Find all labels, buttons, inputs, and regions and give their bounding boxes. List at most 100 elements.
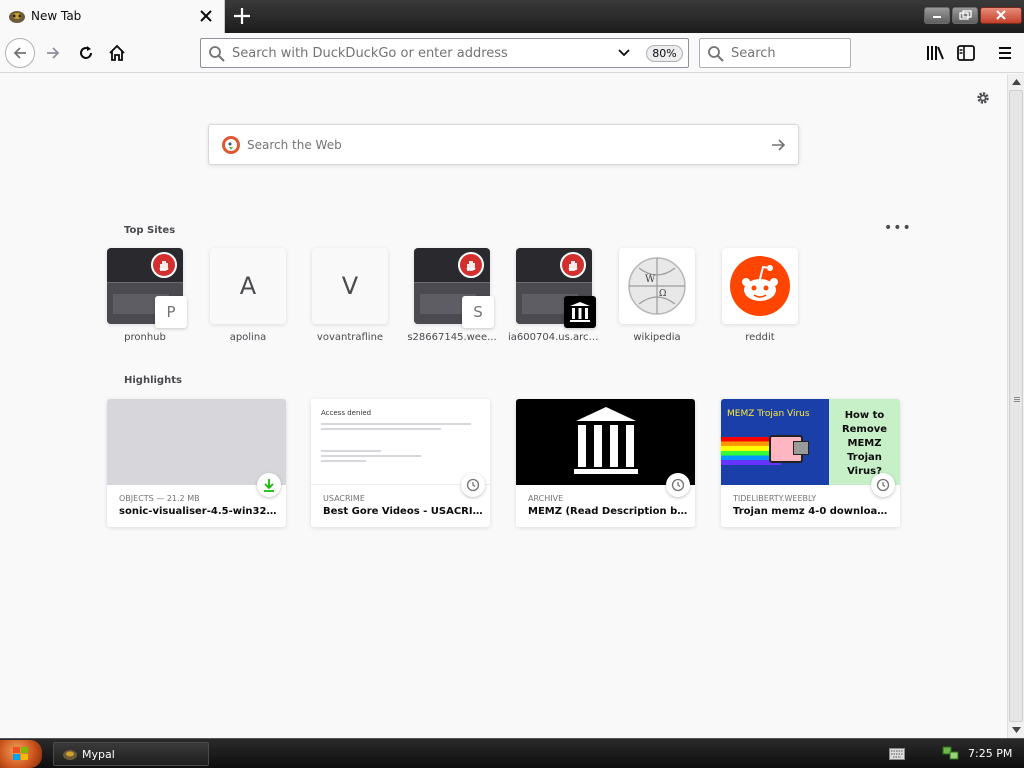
new-tab-plus-icon[interactable]	[229, 3, 255, 29]
keyboard-icon[interactable]	[889, 748, 905, 760]
site-letter-tile: V	[312, 248, 388, 324]
hamburger-menu-icon	[999, 47, 1011, 59]
window-controls	[924, 7, 1022, 24]
page-scrollbar[interactable]	[1007, 74, 1024, 738]
windows-logo-icon	[13, 747, 28, 760]
top-site-tile[interactable]: ia600704.us.arch...	[508, 248, 600, 348]
reload-button[interactable]	[71, 38, 101, 68]
highlights-heading: Highlights	[124, 375, 182, 386]
address-bar[interactable]: 80%	[200, 38, 689, 68]
site-label: vovantrafline	[316, 332, 384, 343]
hand-glyph	[568, 261, 578, 271]
scrollbar-thumb[interactable]	[1009, 90, 1023, 722]
web-search-box[interactable]	[208, 124, 799, 165]
taskbar-item-mypal[interactable]: Mypal	[53, 742, 209, 766]
thumb-right-text: How to Remove MEMZ Trojan Virus?	[841, 410, 888, 477]
blocked-hand-icon	[458, 252, 484, 278]
close-window-icon	[996, 10, 1006, 20]
wikipedia-globe-glyph: W Ω	[628, 257, 686, 315]
highlight-title: Trojan memz 4-0 download - t...	[733, 506, 893, 517]
hand-glyph	[466, 261, 476, 271]
reddit-alien-glyph	[742, 265, 778, 301]
sidebar-icon	[957, 45, 975, 61]
site-label: s28667145.wee...	[407, 332, 497, 343]
clock-glyph	[876, 478, 890, 492]
back-button-circle	[5, 38, 35, 68]
close-tab-icon[interactable]	[196, 6, 216, 26]
clock-glyph	[466, 478, 480, 492]
taskbar-clock[interactable]: 7:25 PM	[968, 747, 1012, 760]
tab-new-tab[interactable]: New Tab	[0, 0, 225, 33]
library-button[interactable]	[920, 38, 950, 68]
mypal-app-icon	[63, 750, 77, 760]
search-input[interactable]	[731, 43, 841, 63]
wikipedia-logo-icon: W Ω	[619, 248, 695, 324]
back-button[interactable]	[5, 38, 35, 68]
highlight-title: MEMZ (Read Description befo...	[528, 506, 688, 517]
highlight-title: Best Gore Videos - USACRIME	[323, 506, 483, 517]
forward-button[interactable]	[38, 38, 68, 68]
highlight-source: TIDELIBERTY.WEEBLY	[733, 494, 817, 503]
close-window-button[interactable]	[980, 7, 1022, 24]
site-letter-tile: A	[210, 248, 286, 324]
archive-building-icon	[574, 407, 638, 474]
search-icon	[209, 46, 225, 62]
highlight-card[interactable]: OBJECTS — 21.2 MB sonic-visualiser-4.5-w…	[107, 399, 286, 527]
nyan-cat-head	[793, 441, 809, 455]
forward-arrow-icon	[47, 47, 60, 59]
highlight-card[interactable]: ARCHIVE MEMZ (Read Description befo...	[516, 399, 695, 527]
top-site-tile[interactable]: V vovantrafline	[312, 248, 388, 348]
top-site-tile[interactable]: P pronhub	[107, 248, 187, 348]
thumb-left-text: MEMZ Trojan Virus	[727, 409, 810, 419]
zoom-indicator-button[interactable]: 80%	[646, 45, 683, 62]
menu-button[interactable]	[990, 38, 1020, 68]
highlight-thumbnail	[107, 399, 286, 485]
site-label: ia600704.us.arch...	[508, 332, 600, 343]
taskbar-item-label: Mypal	[82, 748, 115, 761]
highlight-source: ARCHIVE	[528, 494, 564, 503]
top-site-tile[interactable]: S s28667145.wee...	[407, 248, 497, 348]
highlight-card[interactable]: Access denied USACRIME Best Gore Videos …	[311, 399, 490, 527]
text-line	[321, 460, 366, 462]
top-sites-more-icon[interactable]: •••	[884, 221, 911, 235]
highlight-thumbnail: MEMZ Trojan Virus How to Remove MEMZ Tro…	[721, 399, 900, 485]
search-bar[interactable]	[699, 38, 851, 68]
browser-favicon-icon	[9, 11, 25, 23]
tab-title: New Tab	[31, 9, 82, 23]
top-site-tile[interactable]: A apolina	[210, 248, 286, 348]
reddit-logo-icon	[722, 248, 798, 324]
gear-icon[interactable]	[975, 90, 991, 106]
home-button[interactable]	[102, 38, 132, 68]
scroll-down-arrow-icon[interactable]	[1008, 722, 1024, 738]
web-search-input[interactable]	[247, 135, 747, 155]
site-label: reddit	[745, 332, 775, 343]
svg-text:W: W	[645, 274, 656, 285]
minimize-icon	[933, 16, 941, 18]
restore-button[interactable]	[952, 7, 978, 24]
address-input[interactable]	[232, 43, 612, 63]
search-submit-arrow-icon[interactable]	[770, 137, 786, 153]
chevron-down-icon[interactable]	[617, 47, 631, 59]
back-arrow-icon	[13, 47, 26, 59]
scroll-up-arrow-icon[interactable]	[1008, 74, 1024, 90]
scroll-down-glyph	[1011, 727, 1021, 733]
text-line	[321, 428, 441, 430]
download-glyph	[264, 479, 274, 492]
minimize-button[interactable]	[924, 7, 950, 24]
tab-strip: New Tab	[0, 0, 1024, 33]
reload-icon	[80, 46, 92, 59]
sidebar-button[interactable]	[951, 38, 981, 68]
access-denied-page: Access denied	[321, 409, 481, 462]
start-button[interactable]	[0, 740, 42, 768]
top-site-tile[interactable]: W Ω wikipedia	[619, 248, 695, 348]
site-letter-badge: S	[462, 296, 494, 328]
clock-glyph	[671, 478, 685, 492]
network-icon[interactable]	[942, 745, 960, 761]
top-site-tile[interactable]: reddit	[722, 248, 798, 348]
scrollbar-grip	[1014, 397, 1020, 398]
top-sites-heading: Top Sites	[124, 225, 176, 236]
restore-icon	[959, 10, 972, 20]
hand-glyph	[159, 261, 169, 271]
highlight-card[interactable]: MEMZ Trojan Virus How to Remove MEMZ Tro…	[721, 399, 900, 527]
highlight-title: sonic-visualiser-4.5-win32(2)....	[119, 506, 279, 517]
